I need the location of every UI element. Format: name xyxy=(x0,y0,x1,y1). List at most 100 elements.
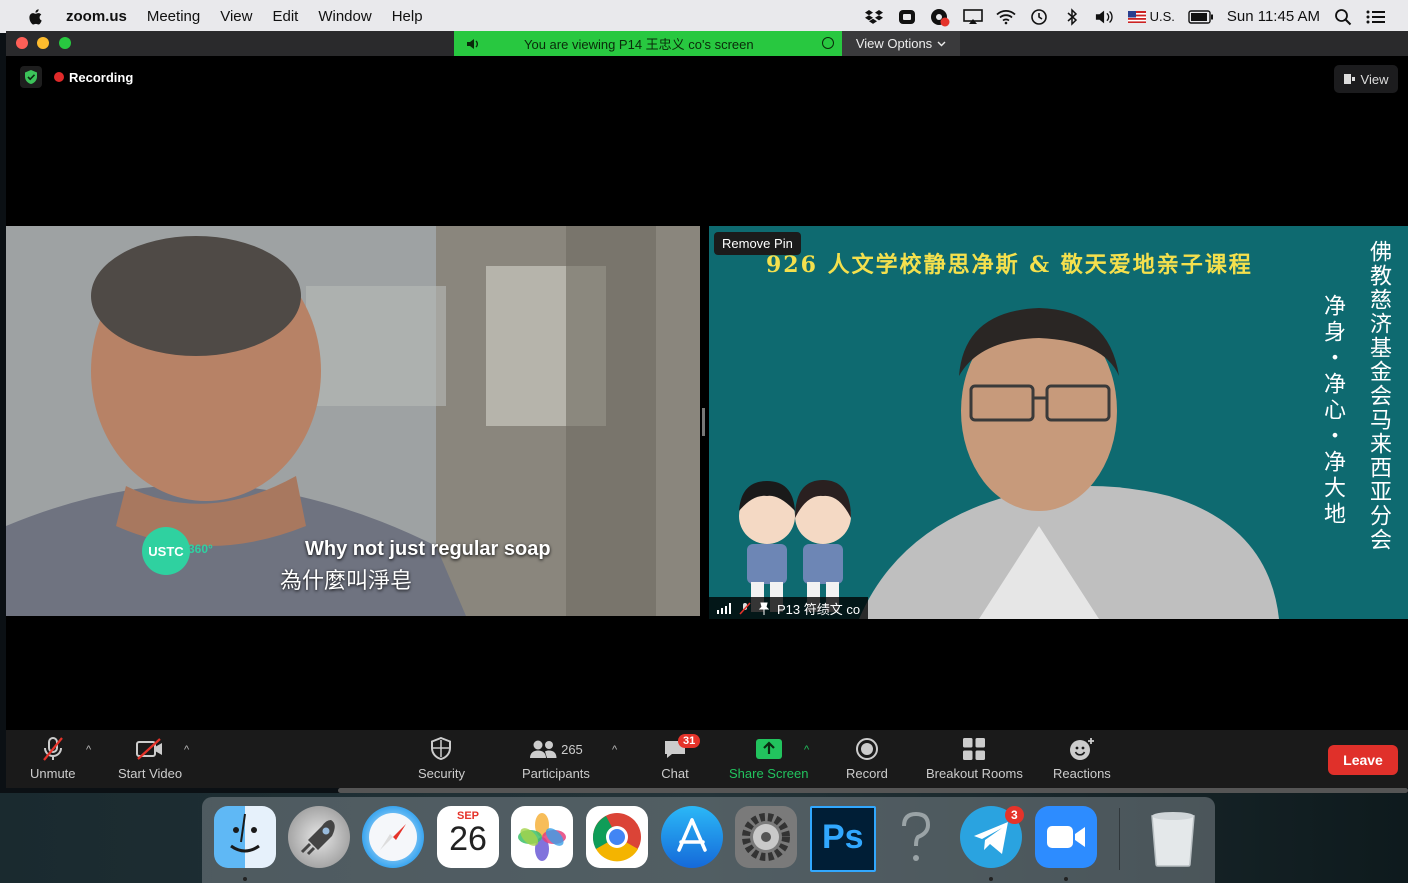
recording-dot-icon xyxy=(54,71,64,82)
reactions-button[interactable]: Reactions xyxy=(1053,736,1111,781)
safari-icon[interactable] xyxy=(362,806,424,868)
breakout-rooms-button[interactable]: Breakout Rooms xyxy=(926,736,1023,781)
course-title-banner: 926 人文学校静思净斯 & 敬天爱地亲子课程 xyxy=(766,252,1253,278)
menu-meeting[interactable]: Meeting xyxy=(137,8,210,25)
zoom-window-button[interactable] xyxy=(59,37,71,49)
participants-count: 265 xyxy=(561,741,583,757)
airplay-icon[interactable] xyxy=(962,8,983,26)
share-screen-button[interactable]: Share Screen xyxy=(729,736,809,781)
ustc-360-label: 360° xyxy=(188,542,213,556)
record-button[interactable]: Record xyxy=(846,736,888,781)
app-store-icon[interactable] xyxy=(661,806,723,868)
participant-name-tag: P13 符绩文 co xyxy=(709,597,869,619)
view-options-button[interactable]: View Options xyxy=(842,31,960,56)
spotlight-search-icon[interactable] xyxy=(1333,8,1353,26)
menu-window[interactable]: Window xyxy=(308,8,381,25)
trash-icon[interactable] xyxy=(1142,806,1204,868)
participant-video-frame xyxy=(709,226,1408,619)
photoshop-icon[interactable]: Ps xyxy=(810,806,876,872)
ustc-logo: USTC xyxy=(142,527,190,575)
unknown-app-question-icon[interactable] xyxy=(885,806,947,868)
mac-menubar: zoom.us Meeting View Edit Window Help U.… xyxy=(0,0,1408,33)
layout-view-icon xyxy=(1343,74,1355,84)
input-source-label: U.S. xyxy=(1149,9,1175,24)
recording-indicator[interactable]: Recording xyxy=(20,66,133,88)
chrome-icon[interactable] xyxy=(586,806,648,868)
record-icon xyxy=(852,736,882,762)
start-video-label: Start Video xyxy=(118,766,183,781)
launchpad-icon[interactable] xyxy=(288,806,350,868)
chat-unread-badge: 31 xyxy=(678,734,701,748)
subtitle-chinese: 為什麼叫淨皂 xyxy=(280,568,413,593)
pinned-participant-tile[interactable] xyxy=(709,226,1408,619)
notification-app-icon[interactable] xyxy=(930,8,950,26)
zoom-running-indicator xyxy=(1064,877,1068,881)
encryption-shield-icon[interactable] xyxy=(20,66,42,88)
security-button[interactable]: Security xyxy=(418,736,465,781)
us-flag-icon[interactable]: U.S. xyxy=(1127,8,1175,26)
photos-icon[interactable] xyxy=(511,806,573,868)
battery-icon[interactable] xyxy=(1188,8,1214,26)
photoshop-label: Ps xyxy=(822,818,864,856)
minimize-window-button[interactable] xyxy=(37,37,49,49)
time-machine-icon[interactable] xyxy=(1029,8,1049,26)
signal-strength-icon xyxy=(717,602,731,614)
volume-icon[interactable] xyxy=(1095,8,1115,26)
menu-app-name[interactable]: zoom.us xyxy=(56,8,137,25)
subtitle-english: Why not just regular soap xyxy=(305,538,551,560)
ustc-logo-text: USTC xyxy=(148,543,184,559)
unmute-button[interactable]: Unmute xyxy=(30,736,76,781)
video-off-icon xyxy=(135,736,165,762)
leave-meeting-button[interactable]: Leave xyxy=(1328,745,1398,775)
reactions-smiley-icon xyxy=(1067,736,1097,762)
chevron-down-icon xyxy=(937,41,946,46)
view-options-label: View Options xyxy=(855,36,933,51)
participants-label: Participants xyxy=(522,766,590,781)
share-options-caret[interactable]: ^ xyxy=(804,744,809,756)
bluetooth-icon[interactable] xyxy=(1062,7,1082,26)
tile-resize-handle[interactable] xyxy=(702,408,705,436)
dock-separator xyxy=(1119,808,1120,870)
apple-icon[interactable] xyxy=(26,7,46,27)
calendar-day: 26 xyxy=(449,820,487,858)
system-preferences-icon[interactable] xyxy=(735,806,797,868)
speaker-icon xyxy=(467,39,478,49)
participant-name: P13 符绩文 co xyxy=(777,601,861,617)
finder-icon[interactable] xyxy=(214,806,276,868)
security-shield-icon xyxy=(426,736,456,762)
muted-microphone-icon xyxy=(38,736,68,762)
share-screen-label: Share Screen xyxy=(729,766,809,781)
video-options-caret[interactable]: ^ xyxy=(184,744,189,756)
pin-icon xyxy=(759,602,769,615)
recording-label: Recording xyxy=(69,69,134,85)
menu-edit[interactable]: Edit xyxy=(262,8,308,25)
share-banner-text: You are viewing P14 王忠义 co's screen xyxy=(524,37,754,52)
calendar-icon[interactable]: SEP 26 xyxy=(437,806,499,868)
participants-icon: 265 xyxy=(526,736,586,762)
foundation-vertical-text: 佛教慈济基金会马来西亚分会 xyxy=(1366,240,1391,552)
breakout-rooms-icon xyxy=(959,736,989,762)
meeting-controls-toolbar xyxy=(6,730,1408,788)
dropbox-icon[interactable] xyxy=(864,8,884,26)
menu-view[interactable]: View xyxy=(210,8,262,25)
participants-options-caret[interactable]: ^ xyxy=(612,744,617,756)
view-layout-button[interactable]: View xyxy=(1334,65,1398,93)
breakout-rooms-label: Breakout Rooms xyxy=(926,766,1023,781)
wifi-icon[interactable] xyxy=(995,8,1016,26)
zoom-dock-icon[interactable] xyxy=(1035,806,1097,868)
reactions-label: Reactions xyxy=(1053,766,1111,781)
close-window-button[interactable] xyxy=(16,37,28,49)
chat-label: Chat xyxy=(661,766,689,781)
finder-running-indicator xyxy=(243,877,247,881)
audio-options-caret[interactable]: ^ xyxy=(86,744,91,756)
menubar-clock[interactable]: Sun 11:45 AM xyxy=(1227,8,1320,25)
start-video-button[interactable]: Start Video xyxy=(118,736,182,781)
share-status-indicator xyxy=(822,37,834,49)
muted-mic-icon xyxy=(739,601,751,615)
menu-help[interactable]: Help xyxy=(382,8,433,25)
participants-button[interactable]: 265 Participants xyxy=(522,736,590,781)
notification-center-icon[interactable] xyxy=(1366,8,1386,26)
menubar-status-area: U.S. Sun 11:45 AM xyxy=(864,0,1408,33)
zoom-menubar-icon[interactable] xyxy=(897,8,917,26)
recording-status: Recording xyxy=(54,70,133,85)
